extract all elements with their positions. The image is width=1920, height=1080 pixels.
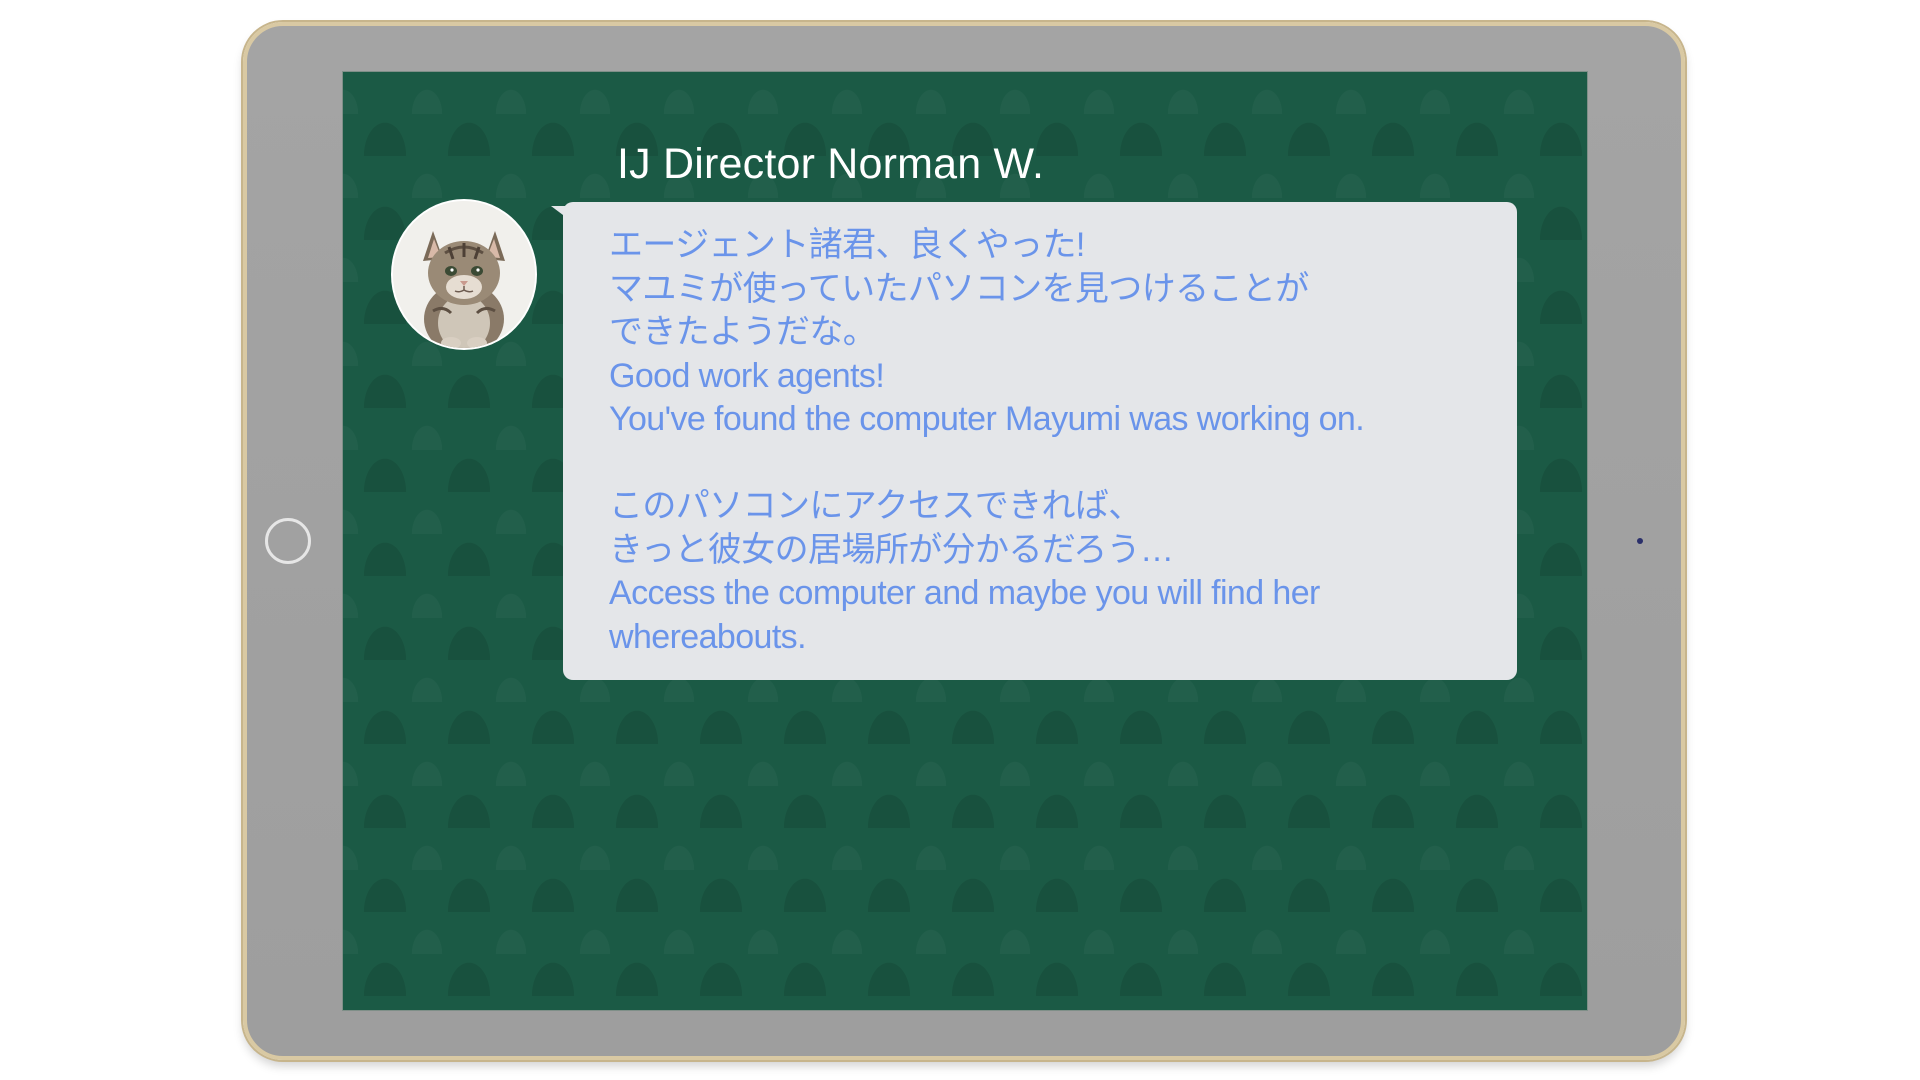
game-screen: IJ Director Norman W. エージェント諸君、良くやった! マユ… <box>342 71 1588 1011</box>
message-line: できたようだな。 <box>609 313 877 351</box>
message-line: Good work agents! <box>609 356 885 395</box>
camera-dot <box>1637 538 1643 544</box>
message-line: このパソコンにアクセスできれば、 <box>609 487 1142 525</box>
message-line: エージェント諸君、良くやった! <box>609 226 1085 264</box>
speaker-name: IJ Director Norman W. <box>617 140 1045 188</box>
message-line: whereabouts. <box>609 617 807 656</box>
home-button[interactable] <box>265 518 311 564</box>
dialog-bubble-tail <box>551 206 567 218</box>
message-line: Access the computer and maybe you will f… <box>609 574 1320 612</box>
dialog-message: エージェント諸君、良くやった! マユミが使っていたパソコンを見つけることが でき… <box>609 224 1489 659</box>
message-line: きっと彼女の居場所が分かるだろう… <box>609 530 1174 569</box>
stage: IJ Director Norman W. エージェント諸君、良くやった! マユ… <box>0 0 1920 1080</box>
message-line: You've found the computer Mayumi was wor… <box>609 400 1365 438</box>
kitten-avatar-icon <box>393 201 535 348</box>
message-line <box>609 442 1489 486</box>
message-line: マユミが使っていたパソコンを見つけることが <box>609 269 1309 308</box>
